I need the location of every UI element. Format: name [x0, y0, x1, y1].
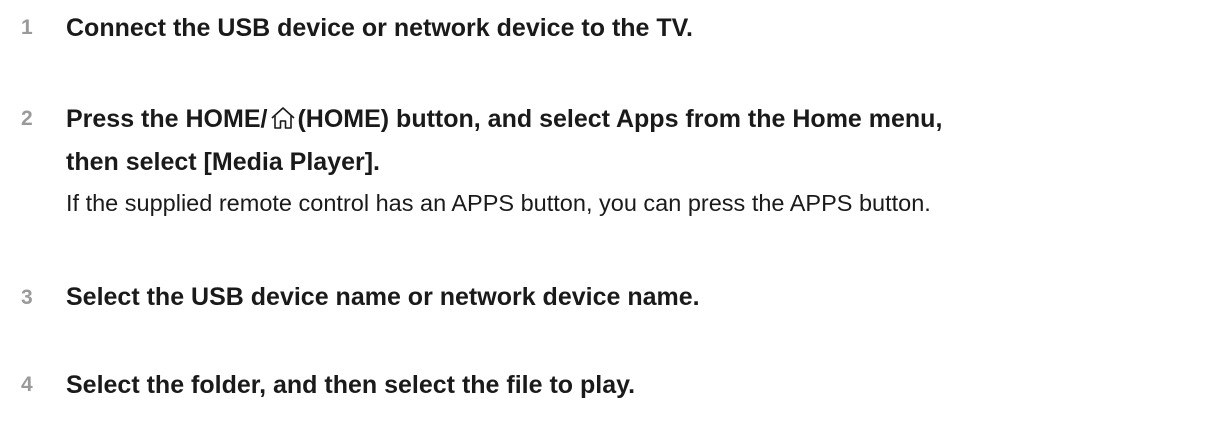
step-number: 1 — [21, 16, 33, 39]
step-title: Select the folder, and then select the f… — [66, 371, 636, 399]
step-title-line2: then select [Media Player]. — [66, 148, 381, 176]
step-note: If the supplied remote control has an AP… — [66, 190, 931, 216]
step-number: 4 — [21, 373, 33, 396]
step-title: Connect the USB device or network device… — [66, 14, 694, 42]
step-number: 2 — [21, 107, 33, 130]
step-number: 3 — [21, 286, 33, 309]
step-title-part2: (HOME) button, and select Apps from the … — [297, 105, 943, 133]
home-icon — [270, 106, 296, 130]
step-title-part1: Press the HOME/ — [66, 105, 268, 133]
step-title: Press the HOME/ (HOME) button, and select… — [66, 106, 942, 132]
step-title: Select the USB device name or network de… — [66, 283, 700, 311]
